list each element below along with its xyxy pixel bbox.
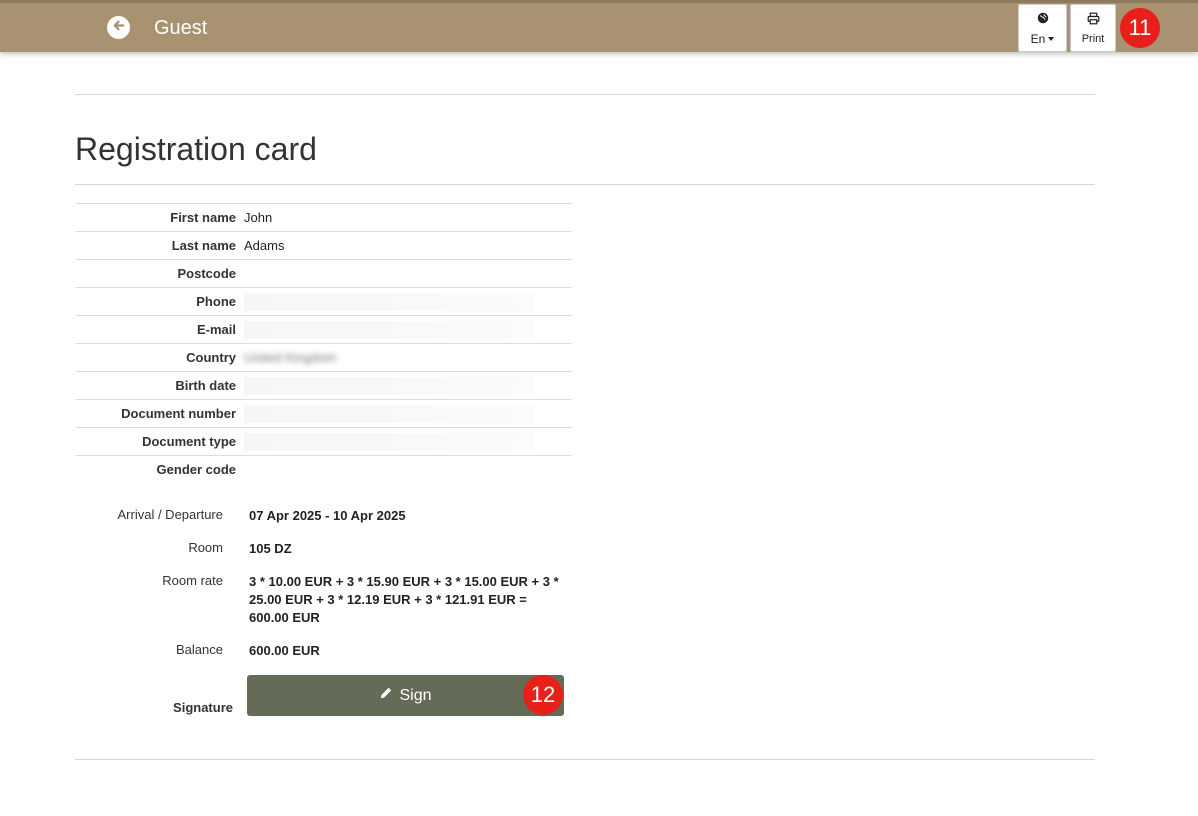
field-value [236, 456, 572, 484]
field-label: Last name [171, 238, 236, 253]
balance-label: Balance [176, 642, 223, 657]
redacted-value [244, 432, 534, 451]
step-badge: 11 [1120, 8, 1160, 48]
room-label: Room [188, 540, 223, 555]
arrival-value: 07 Apr 2025 - 10 Apr 2025 [249, 508, 406, 523]
room-rate-value: 3 * 10.00 EUR + 3 * 15.90 EUR + 3 * 15.0… [249, 574, 559, 625]
field-label: Gender code [156, 462, 236, 478]
table-row: Phone [75, 287, 572, 316]
caret-down-icon [1048, 37, 1055, 42]
card-heading: Registration card [75, 131, 317, 167]
printer-icon [1087, 12, 1100, 30]
country-value: United Kingdom [244, 350, 337, 365]
field-label: Birth date [175, 378, 236, 393]
divider [75, 94, 1095, 95]
room-rate-label: Room rate [162, 573, 223, 588]
field-label: Postcode [177, 266, 236, 281]
divider [75, 184, 1095, 185]
table-row: Country United Kingdom [75, 343, 572, 372]
field-label: E-mail [196, 322, 236, 337]
table-row: Postcode [75, 259, 572, 288]
field-label: Phone [196, 294, 236, 309]
table-row: First name John [75, 203, 572, 232]
field-value: Adams [244, 238, 285, 253]
guest-details-table: First name John Last name Adams Postcode P… [75, 203, 572, 484]
redacted-value [244, 292, 534, 311]
signature-label: Signature [173, 700, 233, 715]
table-row: E-mail [75, 315, 572, 344]
language-selector-button[interactable]: En [1018, 4, 1067, 52]
back-button[interactable] [107, 16, 130, 39]
arrival-label: Arrival / Departure [117, 507, 223, 522]
field-label: First name [170, 210, 236, 225]
redacted-value [244, 320, 534, 339]
pencil-icon [379, 686, 399, 705]
redacted-value [244, 376, 534, 395]
room-value: 105 DZ [249, 541, 292, 556]
field-label: Document number [121, 406, 236, 421]
language-label: En [1030, 31, 1046, 46]
balance-value: 600.00 EUR [249, 643, 320, 658]
print-button[interactable]: Print [1070, 4, 1116, 52]
step-badge: 12 [523, 675, 563, 715]
sign-button[interactable]: Sign [247, 675, 564, 716]
table-row: Birth date [75, 371, 572, 400]
top-bar: Guest En Print 11 [0, 0, 1198, 52]
table-row: Gender code [75, 455, 572, 484]
page-title: Guest [154, 17, 208, 39]
field-value [236, 260, 572, 288]
table-row: Document type [75, 427, 572, 456]
table-row: Last name Adams [75, 231, 572, 260]
redacted-value [244, 404, 534, 423]
arrow-left-circle-icon [111, 18, 126, 38]
sign-button-label: Sign [399, 686, 432, 704]
print-label: Print [1081, 32, 1105, 45]
divider [75, 759, 1095, 760]
field-label: Country [186, 350, 236, 365]
field-label: Document type [142, 434, 236, 449]
table-row: Document number [75, 399, 572, 428]
field-value: John [244, 210, 273, 225]
globe-icon [1037, 11, 1049, 29]
